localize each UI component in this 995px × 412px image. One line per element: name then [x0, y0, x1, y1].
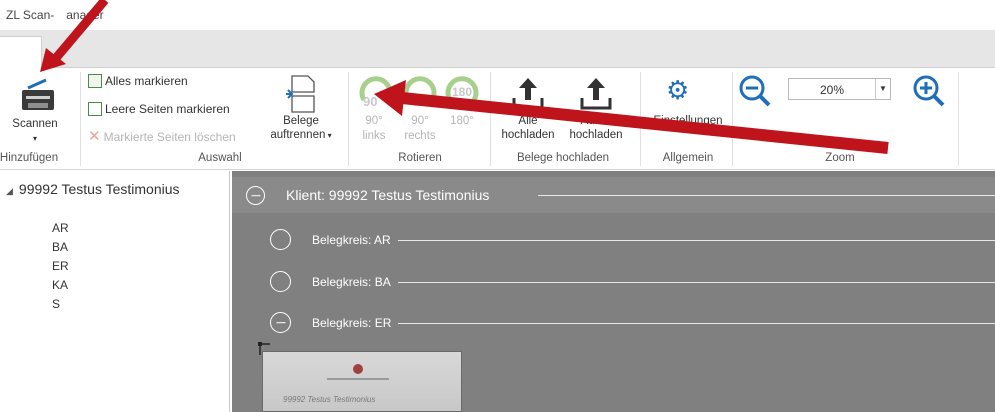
scan-button-label: Scannen — [12, 118, 58, 130]
group-label-belege-hochladen: Belege hochladen — [516, 152, 610, 164]
letterhead-line — [327, 378, 389, 380]
group-divider — [640, 72, 641, 166]
client-header-label: Klient: 99992 Testus Testimonius — [286, 187, 490, 203]
letterhead-logo-icon — [353, 364, 363, 374]
rotate-right-label: rechts — [404, 130, 436, 142]
zoom-out-icon — [739, 75, 771, 107]
title-bar: ZL Scan-anager — [0, 0, 995, 30]
group-label-hinzufuegen: Hinzufügen — [0, 152, 59, 164]
divider-line — [398, 323, 995, 324]
zoom-out-button[interactable] — [738, 74, 772, 108]
delete-marked-pages-button[interactable]: ✕ Markierte Seiten löschen — [88, 128, 236, 145]
rotate-180-degrees: 180° — [450, 115, 474, 127]
minus-icon — [276, 321, 285, 324]
delete-marked-pages-label: Markierte Seiten löschen — [103, 130, 236, 144]
group-label-rotieren: Rotieren — [398, 152, 442, 164]
group-label-er[interactable]: Belegkreis: ER — [312, 316, 391, 330]
settings-label: Einstellungen — [653, 115, 723, 127]
mark-all-button[interactable]: Alles markieren — [88, 74, 188, 88]
thumbnail-text: 99992 Testus Testimonius — [283, 395, 376, 404]
collapse-client-toggle[interactable] — [246, 186, 265, 205]
zoom-select[interactable]: 20% ▼ — [788, 78, 891, 100]
rotate-right-icon: 90 — [403, 76, 437, 109]
svg-text:90: 90 — [363, 94, 377, 109]
tree-item-ka[interactable]: KA — [52, 278, 68, 292]
upload-all-button[interactable]: Alle hochladen — [496, 70, 560, 150]
group-divider — [348, 72, 349, 166]
tree-item-er[interactable]: ER — [52, 259, 69, 273]
chevron-down-icon[interactable]: ▼ — [875, 79, 890, 99]
svg-text:90: 90 — [412, 94, 426, 109]
page-thumbnail[interactable]: 99992 Testus Testimonius — [262, 351, 462, 412]
tree-item-ba[interactable]: BA — [52, 240, 68, 254]
chevron-down-icon[interactable]: ▾ — [4, 132, 66, 145]
settings-button[interactable]: ⚙ Einstellungen — [646, 70, 730, 150]
rotate-right-degrees: 90° — [411, 115, 429, 127]
document-view: Klient: 99992 Testus Testimonius Belegkr… — [232, 171, 995, 412]
group-label-auswahl: Auswahl — [198, 152, 242, 164]
rotate-180-icon: 180 — [445, 76, 479, 102]
document-icon — [88, 102, 102, 116]
split-receipts-label-line1: Belege — [283, 115, 319, 127]
split-receipts-label-line2: auftrennen ▾ — [270, 129, 332, 141]
group-divider — [80, 72, 81, 166]
minus-icon — [251, 194, 260, 197]
ribbon: Scannen ▾ Hinzufügen Alles markieren Lee… — [0, 68, 995, 170]
upload-selected-button[interactable]: Ausw. hochladen — [562, 70, 630, 150]
svg-text:180: 180 — [452, 85, 472, 99]
tree-item-ar[interactable]: AR — [52, 221, 69, 235]
group-divider — [958, 72, 959, 166]
group-divider — [490, 72, 491, 166]
rotate-left-button[interactable]: 90 90° links — [354, 72, 398, 152]
upload-icon — [512, 78, 544, 110]
scanner-icon — [22, 78, 54, 110]
collapse-group-toggle[interactable] — [270, 312, 291, 333]
group-divider — [732, 72, 733, 166]
group-label-allgemein: Allgemein — [662, 152, 714, 164]
zoom-in-button[interactable] — [912, 74, 946, 108]
split-receipts-button[interactable]: Belege auftrennen ▾ — [262, 70, 342, 150]
rotate-right-button[interactable]: 90 90° rechts — [398, 72, 442, 152]
tree-expander-icon[interactable]: ◢ — [6, 186, 13, 196]
upload-selected-label-line1: Ausw. — [580, 115, 612, 127]
delete-x-icon: ✕ — [88, 128, 101, 145]
expand-group-toggle[interactable] — [270, 271, 291, 292]
group-label-ar[interactable]: Belegkreis: AR — [312, 233, 391, 247]
divider-line — [538, 195, 995, 196]
rotate-left-icon: 90 — [359, 76, 393, 109]
upload-all-label-line1: Alle — [518, 115, 538, 127]
mark-empty-pages-button[interactable]: Leere Seiten markieren — [88, 102, 230, 116]
tree-root-client[interactable]: ◢ 99992 Testus Testimonius — [6, 181, 180, 197]
divider-line — [398, 282, 995, 283]
rotate-left-label: links — [362, 130, 386, 142]
upload-icon — [580, 78, 612, 110]
mark-all-label: Alles markieren — [105, 74, 188, 88]
scan-button[interactable]: Scannen ▾ — [4, 70, 74, 150]
tree-root-label: 99992 Testus Testimonius — [18, 181, 180, 197]
document-icon — [88, 74, 102, 88]
client-tree: ◢ 99992 Testus Testimonius AR BA ER KA S — [0, 171, 230, 412]
divider-line — [398, 240, 995, 241]
zoom-value: 20% — [819, 83, 845, 97]
zoom-in-icon — [913, 75, 945, 107]
upload-all-label-line2: hochladen — [501, 129, 555, 141]
app-title: ZL Scan-anager — [6, 8, 104, 22]
group-label-zoom: Zoom — [825, 152, 855, 164]
mark-empty-pages-label: Leere Seiten markieren — [105, 102, 230, 116]
gear-icon: ⚙ — [666, 75, 690, 105]
upload-selected-label-line2: hochladen — [569, 129, 623, 141]
split-document-icon — [286, 75, 315, 113]
rotate-left-degrees: 90° — [365, 115, 383, 127]
group-label-ba[interactable]: Belegkreis: BA — [312, 275, 391, 289]
rotate-180-button[interactable]: 180 180° — [442, 72, 486, 152]
expand-group-toggle[interactable] — [270, 229, 291, 250]
tree-item-s[interactable]: S — [52, 297, 60, 311]
ribbon-tab-start[interactable] — [0, 36, 42, 69]
ribbon-tab-strip — [0, 30, 995, 69]
